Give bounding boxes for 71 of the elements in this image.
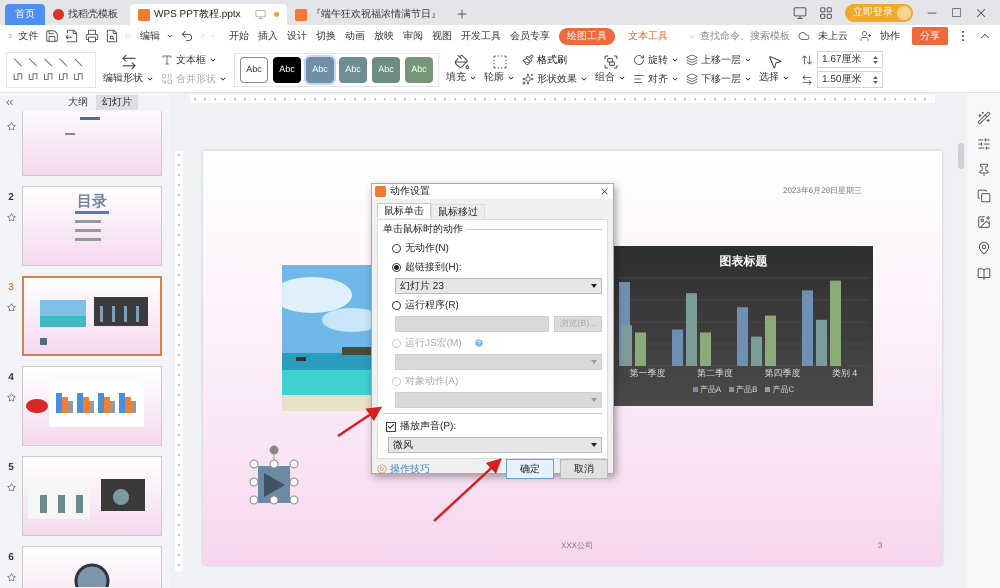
shape-style-swatch[interactable]: Abc (339, 56, 367, 82)
command-search-field[interactable]: 查找命令、搜索模板 (700, 28, 792, 44)
ribbon-tab[interactable]: 切换 (316, 28, 336, 44)
rotate-button[interactable]: 旋转 (648, 52, 668, 68)
collaborate-button[interactable]: 协作 (880, 28, 900, 44)
shape-effect-button[interactable]: 形状效果 (537, 72, 577, 86)
ribbon-tab[interactable]: 插入 (258, 28, 278, 44)
group-label: 单击鼠标时的动作 (383, 222, 463, 237)
shape-style-swatch[interactable]: Abc (372, 56, 400, 82)
ribbon-tab[interactable]: 会员专享 (510, 28, 550, 44)
document-tab[interactable]: 『端午狂欢祝福浓情满节日』 (287, 4, 447, 25)
slide-number: 5 (8, 461, 14, 475)
dropdown-select[interactable]: 微风 (388, 437, 602, 453)
slide-number: 3 (8, 281, 14, 295)
edit-shape-button[interactable]: 编辑形状 (103, 71, 143, 86)
category-label: 第一季度 (630, 367, 666, 380)
fill-button[interactable]: 填充 (446, 70, 466, 85)
width-field[interactable]: 1.50厘米 (817, 71, 883, 88)
panel-tab[interactable]: 幻灯片 (96, 94, 138, 110)
ribbon-tab[interactable]: 动画 (344, 28, 365, 44)
dropdown-select[interactable]: 幻灯片 23 (395, 278, 602, 294)
file-menu[interactable]: 文件 (18, 28, 39, 44)
slide-number: 2 (8, 191, 14, 205)
ribbon-tab[interactable]: 审阅 (402, 28, 423, 44)
dialog-title: 动作设置 (390, 184, 430, 199)
checkbox-label: 播放声音(P): (400, 420, 456, 434)
send-backward-button[interactable]: 下移一层 (701, 72, 741, 86)
thumbnail-title: 目录 (77, 193, 107, 211)
dialog-tab[interactable]: 鼠标移过 (431, 204, 485, 219)
radio-label: 对象动作(A) (405, 374, 458, 388)
group-button[interactable]: 组合 (595, 70, 615, 85)
textbox-button[interactable]: 文本框 (176, 52, 206, 68)
ok-button[interactable]: 确定 (506, 459, 554, 479)
shape-style-swatch[interactable]: Abc (273, 56, 301, 82)
cancel-button[interactable]: 取消 (560, 459, 608, 479)
chart-title: 图表标题 (720, 253, 768, 270)
slide-page-number: 3 (878, 540, 882, 552)
tips-link[interactable]: 操作技巧 (390, 462, 430, 476)
dialog-tab[interactable]: 鼠标单击 (377, 203, 431, 218)
ribbon-tab[interactable]: 开始 (228, 28, 249, 44)
slide-footer: XXX公司 (561, 540, 594, 552)
ribbon-tab[interactable]: 视图 (432, 28, 452, 44)
document-tab[interactable]: WPS PPT教程.pptx (130, 4, 287, 25)
radio-label: 无动作(N) (405, 242, 449, 256)
cloud-status-button[interactable]: 未上云 (818, 28, 848, 44)
category-label: 第二季度 (697, 367, 734, 380)
radio-label: 超链接到(H): (405, 260, 462, 274)
legend-label: 产品A (700, 384, 722, 396)
ribbon-tab[interactable]: 放映 (374, 28, 394, 44)
height-field[interactable]: 1.67厘米 (817, 51, 883, 68)
bring-forward-button[interactable]: 上移一层 (701, 52, 741, 68)
select-button[interactable]: 选择 (759, 70, 779, 85)
format-painter-button[interactable]: 格式刷 (537, 52, 567, 68)
slide-thumbnail[interactable]: 目录 (22, 186, 162, 266)
radio-label: 运行程序(R) (405, 298, 459, 312)
slide-number: 6 (8, 551, 14, 565)
edit-menu[interactable]: 编辑 (140, 28, 160, 44)
category-label: 类别 4 (832, 367, 858, 380)
radio-label: 运行JS宏(M) (405, 336, 462, 350)
category-label: 第四季度 (764, 367, 800, 380)
slide-number: 4 (8, 371, 14, 385)
shape-style-swatch[interactable]: Abc (240, 56, 268, 82)
ribbon-tab[interactable]: 开发工具 (460, 28, 501, 44)
outline-button[interactable]: 轮廓 (484, 70, 504, 85)
align-button[interactable]: 对齐 (648, 72, 668, 86)
document-tab[interactable]: 找稻壳模板 (45, 4, 130, 25)
legend-label: 产品C (772, 384, 794, 396)
panel-tab[interactable]: 大纲 (62, 94, 94, 110)
legend-label: 产品B (736, 384, 758, 396)
slide-date: 2023年6月28日星期三 (783, 185, 862, 197)
ribbon-tab[interactable]: 设计 (286, 28, 307, 44)
